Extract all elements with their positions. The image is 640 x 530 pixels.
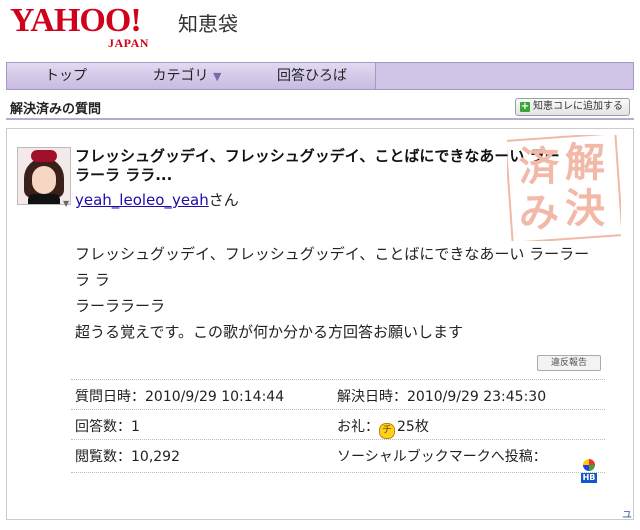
answer-count: 回答数：1 xyxy=(75,416,140,436)
question-title: フレッシュグッデイ、フレッシュグッデイ、ことばにできなあーい ラーラーラ ララ.… xyxy=(75,147,560,184)
logo-japan-text: JAPAN xyxy=(108,36,149,50)
yahoo-logo[interactable]: YAHOO! JAPAN xyxy=(10,2,148,51)
info-row-answers: 回答数：1 お礼：チ 25枚 xyxy=(71,409,605,440)
stamp-char-4: み xyxy=(519,190,559,236)
question-body-line: ラーララーラ xyxy=(75,297,166,315)
author-link[interactable]: yeah_leoleo_yeah xyxy=(75,191,209,209)
views-label: 閲覧数： xyxy=(75,449,131,465)
tab-category[interactable]: カテゴリ ▼ xyxy=(125,63,250,89)
question-author: yeah_leoleo_yeahさん xyxy=(75,189,239,210)
plus-icon: + xyxy=(520,101,530,112)
add-to-collection-button[interactable]: + 知恵コレに追加する xyxy=(515,98,630,116)
resolved-stamp: 解 決 済 み xyxy=(507,135,621,241)
question-panel: ▼ フレッシュグッデイ、フレッシュグッデイ、ことばにできなあーい ラーラーラ ラ… xyxy=(6,128,634,520)
reward-label: お礼： xyxy=(337,419,379,435)
answers-label: 回答数： xyxy=(75,419,131,435)
stamp-char-1: 解 xyxy=(565,140,605,186)
bookmark-ball-icon xyxy=(583,459,595,471)
logo-yahoo-text: YAHOO! xyxy=(10,2,142,39)
view-count: 閲覧数：10,292 xyxy=(75,446,180,466)
site-header: YAHOO! JAPAN 知恵袋 xyxy=(0,0,640,60)
avatar-menu-arrow-icon[interactable]: ▼ xyxy=(63,199,69,208)
asked-label: 質問日時： xyxy=(75,389,145,405)
add-to-collection-label: 知恵コレに追加する xyxy=(533,101,623,112)
social-label: ソーシャルブックマークへ投稿： xyxy=(337,449,547,465)
avatar-body xyxy=(28,194,60,204)
asked-date: 質問日時：2010/9/29 10:14:44 xyxy=(75,386,284,406)
reward: お礼：チ 25枚 xyxy=(337,416,429,439)
info-row-views: 閲覧数：10,292 ソーシャルブックマークへ投稿： xyxy=(71,439,605,473)
page-corner-glyph: ユ xyxy=(622,510,632,521)
stamp-char-2: 決 xyxy=(565,186,605,232)
views-value: 10,292 xyxy=(131,449,180,465)
info-row-dates: 質問日時：2010/9/29 10:14:44 解決日時：2010/9/29 2… xyxy=(71,379,605,410)
tab-top-label: トップ xyxy=(45,68,87,84)
main-nav: トップ カテゴリ ▼ 回答ひろば xyxy=(6,62,634,90)
avatar[interactable] xyxy=(17,147,71,205)
solved-label: 解決日時： xyxy=(337,389,407,405)
asked-value: 2010/9/29 10:14:44 xyxy=(145,389,285,405)
stamp-char-3: 済 xyxy=(519,144,559,190)
tab-category-label: カテゴリ xyxy=(152,68,209,84)
bookmark-hb-icon: HB xyxy=(581,473,597,483)
solved-value: 2010/9/29 23:45:30 xyxy=(407,389,547,405)
solved-date: 解決日時：2010/9/29 23:45:30 xyxy=(337,386,546,406)
hatena-bookmark-icon[interactable]: HB xyxy=(581,459,599,487)
avatar-face xyxy=(32,166,56,194)
tab-answer-plaza[interactable]: 回答ひろば xyxy=(249,63,376,89)
author-suffix: さん xyxy=(208,191,239,209)
tab-answer-plaza-label: 回答ひろば xyxy=(277,68,347,84)
social-bookmark: ソーシャルブックマークへ投稿： xyxy=(337,446,547,466)
tab-top[interactable]: トップ xyxy=(7,63,126,89)
question-body-line: フレッシュグッデイ、フレッシュグッデイ、ことばにできなあーい ラーラーラ ラ xyxy=(75,245,590,289)
section-header: 解決済みの質問 + 知恵コレに追加する xyxy=(6,96,634,120)
answers-value: 1 xyxy=(131,419,140,435)
reward-value: 25枚 xyxy=(397,419,429,435)
question-body: フレッシュグッデイ、フレッシュグッデイ、ことばにできなあーい ラーラーラ ラ ラ… xyxy=(75,241,595,345)
avatar-bow xyxy=(31,150,57,162)
service-name[interactable]: 知恵袋 xyxy=(178,8,238,37)
question-body-line: 超うる覚えです。この歌が何か分かる方回答お願いします xyxy=(75,323,464,341)
section-title: 解決済みの質問 xyxy=(10,102,102,117)
chiebukuro-coin-icon: チ xyxy=(379,423,395,439)
report-button[interactable]: 違反報告 xyxy=(537,355,601,371)
dropdown-triangle-icon: ▼ xyxy=(212,70,222,83)
